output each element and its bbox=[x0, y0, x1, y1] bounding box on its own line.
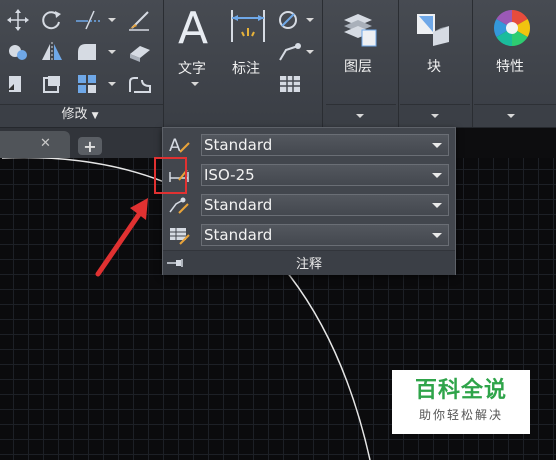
panel-separator bbox=[163, 0, 164, 127]
copy-icon[interactable] bbox=[4, 40, 32, 64]
chevron-down-icon bbox=[432, 233, 442, 238]
fillet-dropdown-arrow[interactable] bbox=[108, 50, 116, 54]
tab-close-icon[interactable]: ✕ bbox=[40, 136, 51, 151]
multileader-style-row: Standard bbox=[163, 192, 455, 218]
text-a-icon: A bbox=[178, 3, 209, 54]
leader-icon[interactable] bbox=[276, 40, 304, 64]
text-button-label: 文字 bbox=[178, 61, 206, 77]
multileader-style-icon bbox=[167, 194, 191, 216]
properties-panel-arrow bbox=[507, 114, 515, 118]
table-icon[interactable] bbox=[276, 72, 304, 96]
trim-dropdown-arrow[interactable] bbox=[108, 18, 116, 22]
modify-panel-label[interactable]: 修改 ▼ bbox=[40, 105, 120, 125]
dimension-button-label: 标注 bbox=[232, 61, 260, 77]
rotate-icon[interactable] bbox=[38, 8, 66, 32]
text-style-row: A Standard bbox=[163, 132, 455, 158]
svg-text:A: A bbox=[169, 136, 181, 156]
stretch-icon[interactable] bbox=[4, 72, 32, 96]
text-style-select[interactable]: Standard bbox=[201, 134, 449, 156]
layers-button[interactable]: 图层 bbox=[326, 0, 396, 127]
block-panel-arrow bbox=[431, 114, 439, 118]
properties-panel-footer bbox=[474, 104, 556, 127]
dimension-style-select[interactable]: ISO-25 bbox=[201, 164, 449, 186]
panel-separator bbox=[322, 0, 323, 127]
layers-icon bbox=[344, 14, 377, 47]
text-button[interactable]: A 文字 bbox=[172, 4, 218, 94]
panel-separator bbox=[398, 0, 399, 127]
circle-dropdown-arrow[interactable] bbox=[306, 18, 314, 22]
array-icon[interactable] bbox=[74, 72, 102, 96]
text-style-icon: A bbox=[167, 134, 191, 156]
chevron-down-icon bbox=[432, 203, 442, 208]
paint-brush-icon[interactable] bbox=[126, 8, 154, 32]
chevron-down-icon bbox=[432, 173, 442, 178]
scale-icon[interactable] bbox=[38, 72, 66, 96]
layers-panel-arrow bbox=[356, 114, 364, 118]
chevron-down-icon bbox=[432, 143, 442, 148]
annotation-arrow bbox=[95, 198, 148, 277]
leader-dropdown-arrow[interactable] bbox=[306, 50, 314, 54]
panel-separator bbox=[472, 0, 473, 127]
block-label: 块 bbox=[427, 59, 441, 75]
drawing-tab[interactable] bbox=[0, 131, 70, 158]
multileader-style-select[interactable]: Standard bbox=[201, 194, 449, 216]
new-tab-button[interactable]: + bbox=[78, 137, 102, 156]
color-wheel-icon bbox=[493, 9, 531, 47]
table-style-row: Standard bbox=[163, 222, 455, 248]
table-style-select[interactable]: Standard bbox=[201, 224, 449, 246]
erase-icon[interactable] bbox=[126, 40, 154, 64]
ribbon: 修改 ▼ A 文字 标注 图层 块 特性 bbox=[0, 0, 556, 128]
mirror-icon[interactable] bbox=[38, 40, 66, 64]
block-icon bbox=[417, 14, 449, 46]
annotation-expanded-panel: A Standard ISO-25 Standard Standard 注释 bbox=[162, 127, 456, 275]
trim-icon[interactable] bbox=[74, 8, 102, 32]
watermark-logo: 百科全说 助你轻松解决 bbox=[392, 370, 530, 434]
properties-button[interactable]: 特性 bbox=[474, 0, 556, 127]
watermark-subtitle: 助你轻松解决 bbox=[418, 408, 503, 422]
move-icon[interactable] bbox=[4, 8, 32, 32]
dimension-style-row: ISO-25 bbox=[163, 162, 455, 188]
fillet-icon[interactable] bbox=[74, 40, 102, 64]
table-style-icon bbox=[167, 224, 191, 246]
plus-icon: + bbox=[83, 137, 97, 156]
highlight-box bbox=[154, 157, 187, 194]
dimension-icon bbox=[231, 10, 265, 42]
watermark-title: 百科全说 bbox=[414, 378, 507, 403]
array-dropdown-arrow[interactable] bbox=[108, 82, 116, 86]
block-button[interactable]: 块 bbox=[400, 0, 470, 127]
layers-label: 图层 bbox=[344, 59, 372, 75]
circle-icon[interactable] bbox=[276, 8, 304, 32]
dimension-button[interactable]: 标注 bbox=[226, 4, 270, 94]
properties-label: 特性 bbox=[496, 59, 524, 75]
text-dropdown-arrow bbox=[191, 82, 199, 86]
offset-icon[interactable] bbox=[126, 72, 154, 96]
annotation-panel-footer[interactable]: 注释 bbox=[163, 250, 455, 275]
annotation-panel-title: 注释 bbox=[295, 257, 322, 272]
